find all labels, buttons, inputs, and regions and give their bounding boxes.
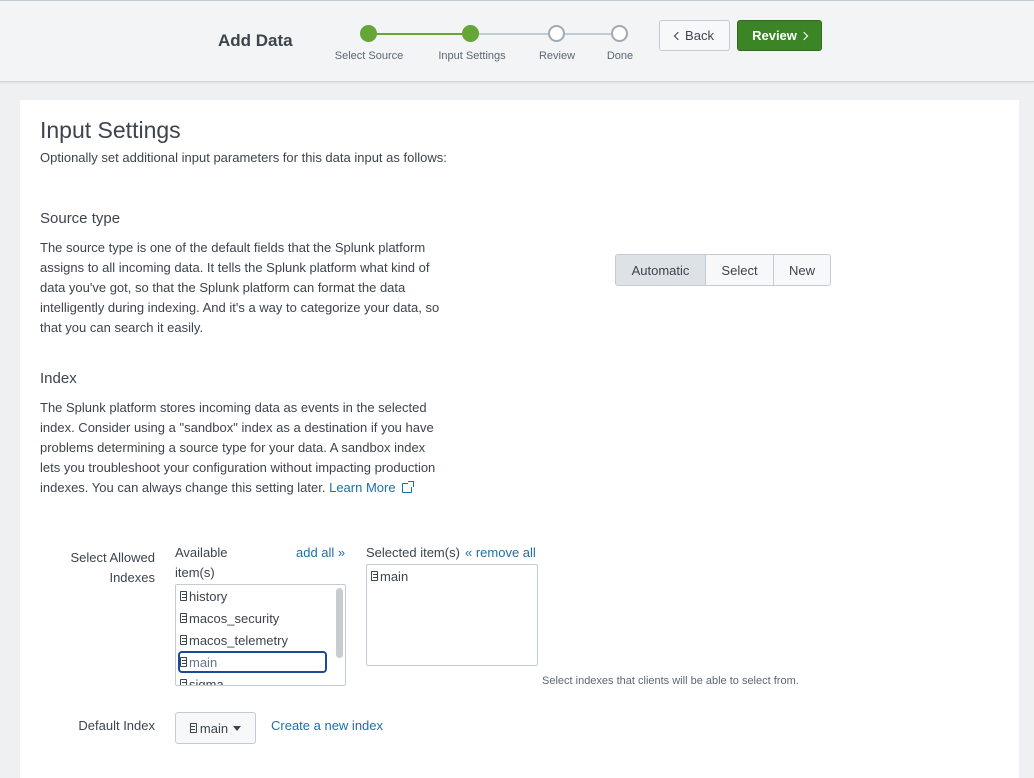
available-item-macos-security[interactable]: macos_security (180, 609, 279, 627)
allowed-indexes-label: Select Allowed Indexes (40, 548, 155, 588)
selected-items-header: Selected item(s) (366, 545, 460, 560)
database-icon (371, 571, 378, 581)
external-link-icon (401, 481, 414, 493)
step-track-progress (368, 33, 471, 35)
source-type-select-button[interactable]: Select (706, 255, 774, 285)
step-dot-input-settings (462, 25, 479, 42)
wizard-title: Add Data (218, 31, 293, 50)
index-heading: Index (40, 370, 77, 387)
available-items-header-line2: item(s) (175, 565, 215, 580)
available-item-label: macos_security (189, 610, 280, 626)
selected-item-main[interactable]: main (371, 567, 408, 585)
index-description: The Splunk platform stores incoming data… (40, 398, 440, 498)
available-item-sigma[interactable]: sigma (180, 675, 224, 686)
page-subtitle: Optionally set additional input paramete… (40, 150, 447, 165)
wizard-header: Add Data Select Source Input Settings Re… (0, 0, 1034, 82)
source-type-new-button[interactable]: New (774, 255, 830, 285)
allowed-indexes-label-line1: Select Allowed (70, 550, 155, 565)
database-icon (180, 591, 187, 601)
remove-all-link[interactable]: « remove all (465, 543, 536, 563)
default-index-value: main (199, 720, 229, 736)
available-list-scrollbar[interactable] (336, 588, 343, 658)
source-type-description: The source type is one of the default fi… (40, 240, 440, 335)
review-button-label: Review (752, 28, 797, 43)
available-item-label: sigma (189, 676, 224, 686)
source-type-automatic-button[interactable]: Automatic (616, 255, 706, 285)
page-title: Input Settings (40, 117, 181, 143)
back-button[interactable]: Back (659, 20, 730, 51)
learn-more-label: Learn More (329, 480, 396, 495)
available-items-header-line1: Available (175, 545, 228, 560)
database-icon (180, 613, 187, 623)
available-items-list[interactable]: history macos_security macos_telemetry m… (175, 584, 346, 686)
back-button-label: Back (685, 28, 714, 43)
database-icon (180, 657, 187, 667)
create-new-index-link[interactable]: Create a new index (271, 716, 383, 736)
add-all-link[interactable]: add all » (296, 543, 345, 563)
available-items-header: Available item(s) (175, 543, 228, 583)
selected-items-list[interactable]: main (366, 564, 538, 666)
step-label-done: Done (606, 50, 634, 62)
caret-down-icon (233, 725, 242, 731)
default-index-label: Default Index (78, 718, 155, 733)
default-index-dropdown[interactable]: main (175, 712, 256, 744)
database-icon (180, 635, 187, 645)
allowed-indexes-hint: Select indexes that clients will be able… (542, 675, 799, 687)
selected-item-label: main (380, 568, 409, 584)
step-dot-review (548, 25, 565, 42)
available-item-label: macos_telemetry (189, 632, 288, 648)
available-item-label: main (189, 654, 218, 670)
learn-more-link[interactable]: Learn More (329, 480, 414, 495)
available-item-macos-telemetry[interactable]: macos_telemetry (180, 631, 288, 649)
source-type-heading: Source type (40, 210, 121, 227)
step-label-select-source: Select Source (334, 50, 404, 62)
step-dot-select-source (360, 25, 377, 42)
database-icon (189, 723, 197, 733)
source-type-toggle: Automatic Select New (615, 254, 831, 286)
review-button[interactable]: Review (737, 20, 822, 51)
chevron-left-icon (673, 31, 683, 41)
chevron-right-icon (799, 31, 809, 41)
database-icon (180, 679, 187, 685)
available-item-main[interactable]: main (178, 651, 327, 673)
allowed-indexes-label-line2: Indexes (109, 570, 155, 585)
available-item-history[interactable]: history (180, 587, 227, 605)
step-dot-done (611, 25, 628, 42)
available-item-label: history (189, 588, 228, 604)
